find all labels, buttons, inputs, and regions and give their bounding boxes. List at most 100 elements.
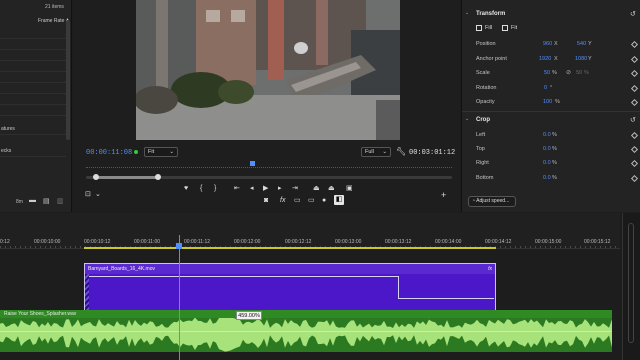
fx-icon[interactable]: fx bbox=[280, 196, 285, 206]
comparison-icon[interactable]: ▭ bbox=[294, 196, 301, 206]
fx-badge-icon: fx bbox=[488, 266, 492, 272]
fill-label[interactable]: Fill bbox=[485, 25, 492, 31]
vr-icon[interactable]: ● bbox=[322, 196, 326, 206]
new-item-icon[interactable]: ▤ bbox=[43, 197, 50, 205]
crop-right-label: Right bbox=[476, 160, 489, 166]
frame-rate-column-header[interactable]: Frame Rate bbox=[38, 18, 64, 24]
reset-icon[interactable]: ↺ bbox=[630, 116, 636, 124]
add-marker-icon[interactable]: ♥ bbox=[184, 184, 188, 194]
extract-icon[interactable]: ⏏ bbox=[328, 184, 335, 194]
position-x-value[interactable]: 960 bbox=[543, 41, 552, 47]
play-icon[interactable]: ▶ bbox=[263, 184, 268, 194]
keyframe-toggle-icon[interactable] bbox=[630, 84, 639, 93]
opacity-rubber-band[interactable] bbox=[398, 298, 494, 299]
chevron-down-icon[interactable]: ⌄ bbox=[95, 190, 101, 200]
overlay-icon[interactable]: ▭ bbox=[308, 196, 315, 206]
collapse-chevron-icon[interactable]: ⌄ bbox=[465, 10, 469, 16]
mark-out-icon[interactable]: } bbox=[214, 184, 216, 194]
keyframe-toggle-icon[interactable] bbox=[630, 131, 639, 140]
audio-clip-header: Raise Your Shoes_Splasher.wav bbox=[0, 310, 612, 318]
opacity-label: Opacity bbox=[476, 99, 495, 105]
list-item[interactable] bbox=[0, 39, 66, 50]
list-item[interactable]: atures bbox=[0, 124, 66, 135]
list-item[interactable] bbox=[0, 72, 66, 83]
crop-section-title[interactable]: Crop bbox=[476, 117, 490, 123]
position-y-value[interactable]: 540 bbox=[577, 41, 586, 47]
zoom-fit-select[interactable]: Fit ⌄ bbox=[144, 147, 178, 157]
monitor-playhead[interactable] bbox=[250, 161, 255, 166]
crop-right-value[interactable]: 0.0 bbox=[543, 160, 551, 166]
adjust-speed-button[interactable]: ◔ Adjust speed... bbox=[468, 196, 516, 207]
ruler-label: 00:00:11:12 bbox=[184, 239, 211, 245]
resolution-value: Full bbox=[365, 149, 374, 155]
current-timecode[interactable]: 00:00:11:08 bbox=[86, 149, 132, 157]
crop-top-value[interactable]: 0.0 bbox=[543, 146, 551, 152]
opacity-rubber-band[interactable] bbox=[88, 276, 398, 277]
audio-clip[interactable]: Raise Your Shoes_Splasher.wav bbox=[0, 310, 612, 352]
zoom-handle-left[interactable] bbox=[93, 174, 99, 180]
rotation-value[interactable]: 0 bbox=[544, 85, 547, 91]
go-to-out-icon[interactable]: ⇥ bbox=[292, 184, 298, 194]
crop-left-unit: % bbox=[552, 132, 557, 138]
mark-in-icon[interactable]: { bbox=[200, 184, 202, 194]
keyframe-toggle-icon[interactable] bbox=[630, 40, 639, 49]
scrollbar-thumb[interactable] bbox=[628, 223, 634, 343]
keyframe-toggle-icon[interactable] bbox=[630, 69, 639, 78]
crop-bottom-value[interactable]: 0.0 bbox=[543, 175, 551, 181]
video-still bbox=[136, 0, 400, 140]
go-to-in-icon[interactable]: ⇤ bbox=[234, 184, 240, 194]
add-button-icon[interactable]: + bbox=[441, 190, 446, 200]
keyframe-toggle-icon[interactable] bbox=[630, 145, 639, 154]
anchor-y-value[interactable]: 1080 bbox=[575, 56, 587, 62]
keyframe-toggle-icon[interactable] bbox=[630, 55, 639, 64]
opacity-rubber-band[interactable] bbox=[398, 276, 399, 299]
zoom-handle-right[interactable] bbox=[155, 174, 161, 180]
fit-label[interactable]: Fit bbox=[511, 25, 517, 31]
timeline-playhead-line[interactable] bbox=[179, 235, 180, 360]
step-forward-icon[interactable]: ▸ bbox=[278, 184, 282, 194]
ruler-label: 00:00:15:00 bbox=[535, 239, 562, 245]
fill-icon[interactable] bbox=[476, 25, 482, 31]
transform-section-title[interactable]: Transform bbox=[476, 11, 505, 17]
list-item[interactable] bbox=[0, 50, 66, 61]
scale-value[interactable]: 50 bbox=[544, 70, 550, 76]
anchor-x-unit: X bbox=[554, 56, 558, 62]
list-item[interactable]: ecks bbox=[0, 146, 66, 157]
list-item[interactable] bbox=[0, 94, 66, 105]
safe-margins-icon[interactable]: ⊡ bbox=[85, 190, 91, 200]
zoom-scrollbar-thumb[interactable] bbox=[96, 176, 158, 179]
reset-icon[interactable]: ↺ bbox=[630, 10, 636, 18]
collapse-chevron-icon[interactable]: ⌄ bbox=[465, 116, 469, 122]
work-area-bar[interactable] bbox=[84, 247, 496, 249]
export-frame-icon[interactable]: ▣ bbox=[346, 184, 353, 194]
ruler-label: 00:00:14:00 bbox=[435, 239, 462, 245]
fit-icon[interactable] bbox=[502, 25, 508, 31]
anchor-x-value[interactable]: 1920 bbox=[539, 56, 551, 62]
link-icon[interactable]: ⊘ bbox=[566, 69, 571, 76]
transparency-grid-icon[interactable]: ◧ bbox=[334, 195, 344, 205]
list-item[interactable] bbox=[0, 83, 66, 94]
keyframe-toggle-icon[interactable] bbox=[630, 174, 639, 183]
project-scrollbar[interactable] bbox=[66, 20, 70, 140]
keyframe-toggle-icon[interactable] bbox=[630, 159, 639, 168]
lift-icon[interactable]: ⏏ bbox=[313, 184, 320, 194]
crop-left-value[interactable]: 0.0 bbox=[543, 132, 551, 138]
trash-icon[interactable]: ▥ bbox=[57, 197, 64, 205]
list-item[interactable] bbox=[0, 105, 66, 116]
step-back-icon[interactable]: ◂ bbox=[250, 184, 254, 194]
list-item[interactable] bbox=[0, 28, 66, 39]
position-y-unit: Y bbox=[588, 41, 592, 47]
list-item-label: atures bbox=[1, 126, 15, 132]
timeline-vertical-scrollbar[interactable] bbox=[622, 213, 640, 360]
rotation-label: Rotation bbox=[476, 85, 497, 91]
ruler-label: 00:00:12:00 bbox=[234, 239, 261, 245]
time-ruler[interactable]: 0:12 00:00:10:00 00:00:10:12 00:00:11:00… bbox=[0, 213, 620, 249]
folder-icon[interactable]: ▬ bbox=[29, 197, 36, 204]
monitor-ruler[interactable] bbox=[86, 160, 452, 168]
keyframe-toggle-icon[interactable] bbox=[630, 98, 639, 107]
resolution-select[interactable]: Full ⌄ bbox=[361, 147, 391, 157]
camera-icon[interactable]: ◙ bbox=[264, 196, 268, 206]
list-item[interactable] bbox=[0, 61, 66, 72]
wrench-icon[interactable]: 🔧︎ bbox=[396, 147, 406, 156]
opacity-value[interactable]: 100 bbox=[543, 99, 552, 105]
